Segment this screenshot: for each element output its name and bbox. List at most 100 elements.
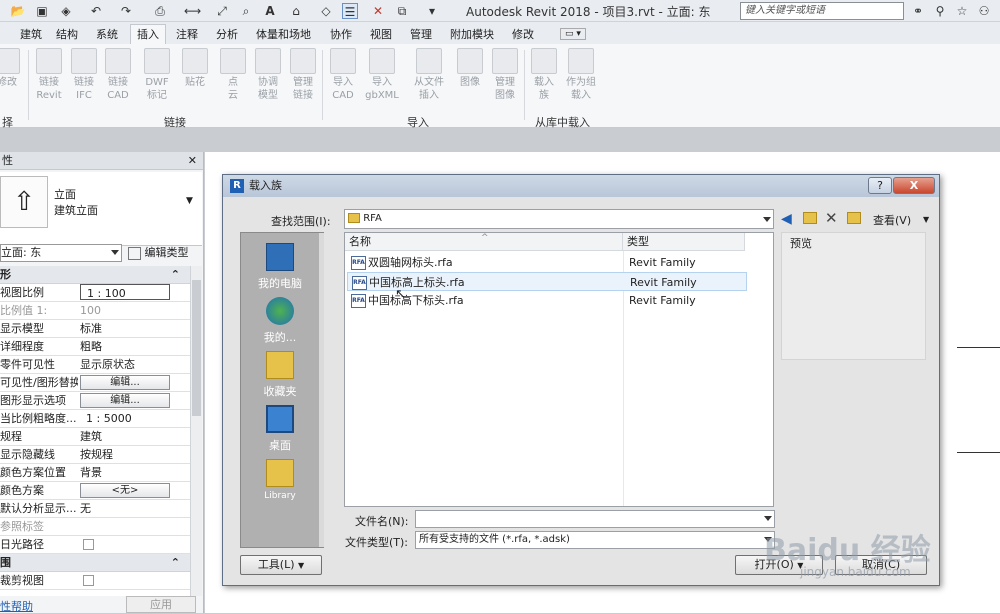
section-graphics[interactable]: 形 ⌃: [0, 266, 190, 284]
load-family-button[interactable]: 载入族: [525, 48, 563, 102]
prop-row[interactable]: 详细程度 粗略: [0, 338, 190, 356]
column-header-name[interactable]: 名称 ^: [345, 233, 623, 251]
tab-manage[interactable]: 管理: [410, 26, 432, 42]
prop-row[interactable]: 规程 建筑: [0, 428, 190, 446]
tab-insert[interactable]: 插入: [130, 24, 166, 44]
subscription-icon[interactable]: ⚲: [932, 3, 948, 19]
delete-icon[interactable]: ✕: [825, 209, 838, 227]
prop-value[interactable]: 1 : 5000: [80, 410, 188, 427]
view-selector[interactable]: 立面: 东: [0, 244, 122, 262]
properties-help-link[interactable]: 性帮助: [0, 598, 33, 614]
tag-icon[interactable]: ⌕: [238, 3, 254, 19]
redo-icon[interactable]: ↷: [118, 3, 134, 19]
binoculars-icon[interactable]: ⚭: [910, 3, 926, 19]
coordination-model-button[interactable]: 协调 模型: [249, 48, 287, 102]
prop-row[interactable]: 显示模型 标准: [0, 320, 190, 338]
point-cloud-button[interactable]: 点云: [214, 48, 252, 102]
column-header-type[interactable]: 类型: [623, 233, 745, 251]
link-ifc-button[interactable]: 链接 IFC: [65, 48, 103, 102]
help-button[interactable]: ?: [868, 177, 892, 194]
undo-icon[interactable]: ↶: [88, 3, 104, 19]
type-selector[interactable]: ⇧ 立面 建筑立面 ▼: [0, 172, 202, 246]
thin-lines-icon[interactable]: ☰: [342, 3, 358, 19]
prop-row[interactable]: 默认分析显示... 无: [0, 500, 190, 518]
prop-value[interactable]: 背景: [80, 464, 188, 481]
edit-type-button[interactable]: 编辑类型: [128, 244, 202, 262]
user-icon[interactable]: ⚇: [976, 3, 992, 19]
prop-row[interactable]: 显示隐藏线 按规程: [0, 446, 190, 464]
places-scrollbar[interactable]: [319, 233, 324, 547]
close-hidden-icon[interactable]: ✕: [370, 3, 386, 19]
scrollbar-thumb[interactable]: [192, 280, 201, 416]
close-button[interactable]: X: [893, 177, 935, 194]
search-input[interactable]: 键入关键字或短语: [740, 2, 904, 20]
tab-architecture[interactable]: 建筑: [20, 26, 42, 42]
panel-label-select[interactable]: 择: [2, 114, 13, 130]
tab-addins[interactable]: 附加模块: [450, 26, 494, 42]
lookin-dropdown[interactable]: RFA: [344, 209, 774, 229]
up-folder-icon[interactable]: [803, 212, 817, 224]
place-my-computer[interactable]: 我的电脑: [241, 243, 319, 291]
vg-overrides-edit-button[interactable]: 编辑...: [80, 375, 170, 390]
scale-input[interactable]: 1 : 100: [80, 284, 170, 300]
save-icon[interactable]: ▣: [34, 3, 50, 19]
image-button[interactable]: 图像: [451, 48, 489, 89]
sync-icon[interactable]: ◈: [58, 3, 74, 19]
tab-modify[interactable]: 修改: [512, 26, 534, 42]
prop-row[interactable]: 颜色方案位置 背景: [0, 464, 190, 482]
chevron-down-icon[interactable]: ▼: [923, 215, 929, 224]
filename-input[interactable]: [415, 510, 775, 528]
place-favorites[interactable]: 收藏夹: [241, 351, 319, 399]
tab-structure[interactable]: 结构: [56, 26, 78, 42]
crop-view-checkbox[interactable]: [83, 575, 94, 586]
tab-options-icon[interactable]: ▭ ▾: [560, 28, 586, 40]
section-extents[interactable]: 围 ⌃: [0, 554, 190, 572]
insert-from-file-button[interactable]: 从文件 插入: [408, 48, 450, 102]
file-row[interactable]: RFA 中国标高下标头.rfa Revit Family: [347, 291, 747, 310]
close-icon[interactable]: ✕: [188, 152, 197, 170]
tab-massing[interactable]: 体量和场地: [256, 26, 311, 42]
file-row[interactable]: RFA 中国标高上标头.rfa Revit Family: [347, 272, 747, 291]
properties-scrollbar[interactable]: [190, 266, 202, 596]
views-menu[interactable]: 查看(V): [873, 212, 911, 228]
filetype-dropdown[interactable]: 所有受支持的文件 (*.rfa, *.adsk): [415, 531, 775, 549]
text-icon[interactable]: A: [262, 3, 278, 19]
measure-icon[interactable]: ⟷: [184, 3, 201, 19]
prop-value[interactable]: 无: [80, 500, 188, 517]
tab-collaborate[interactable]: 协作: [330, 26, 352, 42]
prop-value[interactable]: 建筑: [80, 428, 188, 445]
tools-button[interactable]: 工具(L) ▼: [240, 555, 322, 575]
print-icon[interactable]: ⎙: [152, 3, 168, 19]
tab-analyze[interactable]: 分析: [216, 26, 238, 42]
color-scheme-button[interactable]: <无>: [80, 483, 170, 498]
link-revit-button[interactable]: 链接 Revit: [30, 48, 68, 102]
tab-view[interactable]: 视图: [370, 26, 392, 42]
back-icon[interactable]: ◀: [781, 211, 792, 227]
sun-path-checkbox[interactable]: [83, 539, 94, 550]
place-desktop[interactable]: 桌面: [241, 405, 319, 453]
graphic-display-edit-button[interactable]: 编辑...: [80, 393, 170, 408]
new-folder-icon[interactable]: [847, 212, 861, 224]
place-library[interactable]: Library: [241, 459, 319, 501]
open-icon[interactable]: 📂: [10, 3, 26, 19]
3d-view-icon[interactable]: ⌂: [288, 3, 304, 19]
decal-button[interactable]: 贴花: [176, 48, 214, 89]
apply-button[interactable]: 应用: [126, 596, 196, 613]
chevron-down-icon[interactable]: ▼: [186, 196, 193, 206]
prop-value[interactable]: 标准: [80, 320, 188, 337]
manage-images-button[interactable]: 管理 图像: [486, 48, 524, 102]
prop-value[interactable]: 显示原状态: [80, 356, 188, 373]
file-row[interactable]: RFA 双圆轴网标头.rfa Revit Family: [347, 253, 747, 272]
customize-icon[interactable]: ▾: [424, 3, 440, 19]
dwf-markup-button[interactable]: DWF 标记: [138, 48, 176, 102]
favorites-icon[interactable]: ☆: [954, 3, 970, 19]
switch-windows-icon[interactable]: ⧉: [394, 3, 410, 19]
dialog-title-bar[interactable]: R 载入族 ? X: [223, 175, 939, 197]
prop-value[interactable]: 粗略: [80, 338, 188, 355]
link-cad-button[interactable]: 链接 CAD: [99, 48, 137, 102]
prop-row[interactable]: 零件可见性 显示原状态: [0, 356, 190, 374]
modify-button[interactable]: 修改: [0, 48, 26, 89]
prop-row[interactable]: 当比例粗略度... 1 : 5000: [0, 410, 190, 428]
manage-links-button[interactable]: 管理 链接: [284, 48, 322, 102]
tab-systems[interactable]: 系统: [96, 26, 118, 42]
